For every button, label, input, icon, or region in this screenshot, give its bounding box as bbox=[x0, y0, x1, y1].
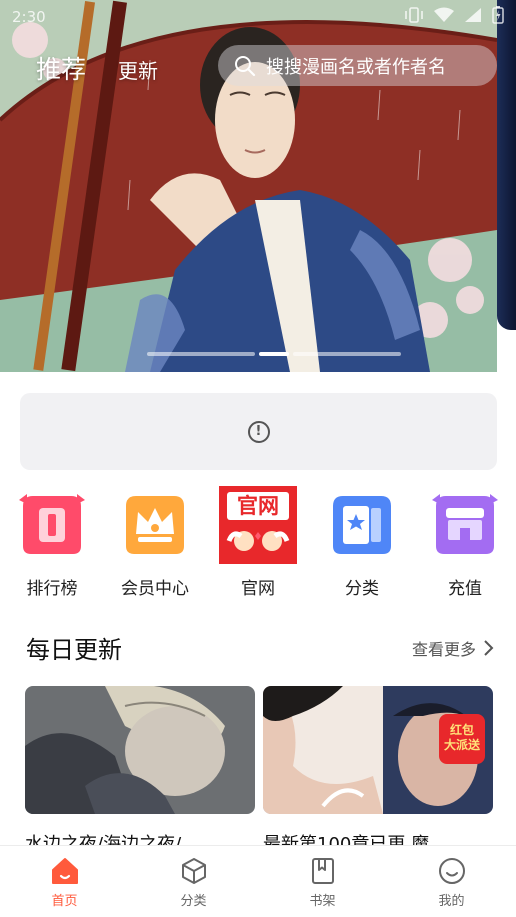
quick-menu: 排行榜 会员中心 官网 官网 分类 充值 bbox=[0, 486, 516, 600]
quick-menu-official-site[interactable]: 官网 官网 bbox=[213, 486, 303, 599]
carousel-dot-active bbox=[259, 352, 289, 356]
alert-circle-icon: ! bbox=[247, 420, 270, 443]
search-icon bbox=[235, 55, 256, 76]
promo-badge-line2: 大派送 bbox=[443, 738, 480, 752]
view-more-label: 查看更多 bbox=[411, 640, 476, 659]
ranking-icon bbox=[17, 490, 87, 560]
nav-label: 我的 bbox=[438, 894, 465, 909]
signal-icon bbox=[464, 7, 482, 27]
view-more-link[interactable]: 查看更多 bbox=[412, 636, 494, 660]
chevron-right-icon bbox=[484, 640, 494, 656]
official-site-badge-text: 官网 bbox=[237, 494, 279, 518]
nav-label: 书架 bbox=[309, 894, 336, 909]
quick-menu-category[interactable]: 分类 bbox=[317, 490, 407, 599]
quick-menu-ranking[interactable]: 排行榜 bbox=[7, 490, 97, 599]
notice-card[interactable]: ! bbox=[20, 393, 497, 470]
comic-cover: 红包 大派送 bbox=[263, 686, 493, 814]
nav-category[interactable]: 分类 bbox=[129, 846, 258, 917]
quick-menu-recharge[interactable]: 充值 bbox=[420, 490, 510, 599]
promo-red-envelope-badge[interactable]: 红包 大派送 bbox=[439, 714, 485, 764]
cube-icon bbox=[181, 858, 206, 884]
comic-cover bbox=[25, 686, 255, 814]
search-placeholder: 搜搜漫画名或者作者名 bbox=[266, 56, 446, 78]
nav-bookshelf[interactable]: 书架 bbox=[258, 846, 387, 917]
quick-menu-label: 充值 bbox=[448, 579, 482, 599]
crown-icon bbox=[120, 490, 190, 560]
status-time: 2:30 bbox=[12, 8, 46, 26]
daily-update-title: 每日更新 bbox=[26, 636, 122, 664]
header-tabs: 推荐 更新 bbox=[36, 50, 158, 86]
comic-card[interactable]: 水边之夜/海边之夜/... bbox=[25, 686, 255, 856]
profile-smile-icon bbox=[438, 858, 465, 884]
carousel-indicator bbox=[147, 352, 401, 356]
home-icon bbox=[51, 858, 78, 884]
nav-label: 分类 bbox=[180, 894, 207, 909]
official-site-icon: 官网 bbox=[219, 486, 297, 564]
category-book-icon bbox=[327, 490, 397, 560]
tab-updates[interactable]: 更新 bbox=[118, 55, 158, 84]
bottom-nav: 首页 分类 书架 我的 bbox=[0, 845, 516, 917]
carousel-dot bbox=[147, 352, 255, 356]
nav-profile[interactable]: 我的 bbox=[387, 846, 516, 917]
wifi-icon bbox=[434, 7, 454, 27]
promo-badge-line1: 红包 bbox=[449, 723, 474, 737]
nav-home[interactable]: 首页 bbox=[0, 846, 129, 917]
comic-card[interactable]: 红包 大派送 最新第100章已更 魔... bbox=[263, 686, 493, 856]
tab-recommend[interactable]: 推荐 bbox=[36, 50, 86, 86]
quick-menu-membership[interactable]: 会员中心 bbox=[110, 490, 200, 599]
status-bar: 2:30 bbox=[0, 0, 516, 34]
carousel-dot bbox=[293, 352, 401, 356]
quick-menu-label: 排行榜 bbox=[26, 579, 78, 599]
bookshelf-icon bbox=[311, 858, 334, 884]
quick-menu-label: 会员中心 bbox=[121, 579, 189, 599]
battery-icon bbox=[492, 6, 504, 28]
vibrate-icon bbox=[404, 7, 424, 27]
shop-icon bbox=[430, 490, 500, 560]
nav-label: 首页 bbox=[51, 894, 78, 909]
quick-menu-label: 分类 bbox=[345, 579, 379, 599]
quick-menu-label: 官网 bbox=[241, 579, 275, 599]
search-input[interactable]: 搜搜漫画名或者作者名 bbox=[218, 45, 497, 86]
next-banner-peek[interactable] bbox=[497, 0, 516, 330]
